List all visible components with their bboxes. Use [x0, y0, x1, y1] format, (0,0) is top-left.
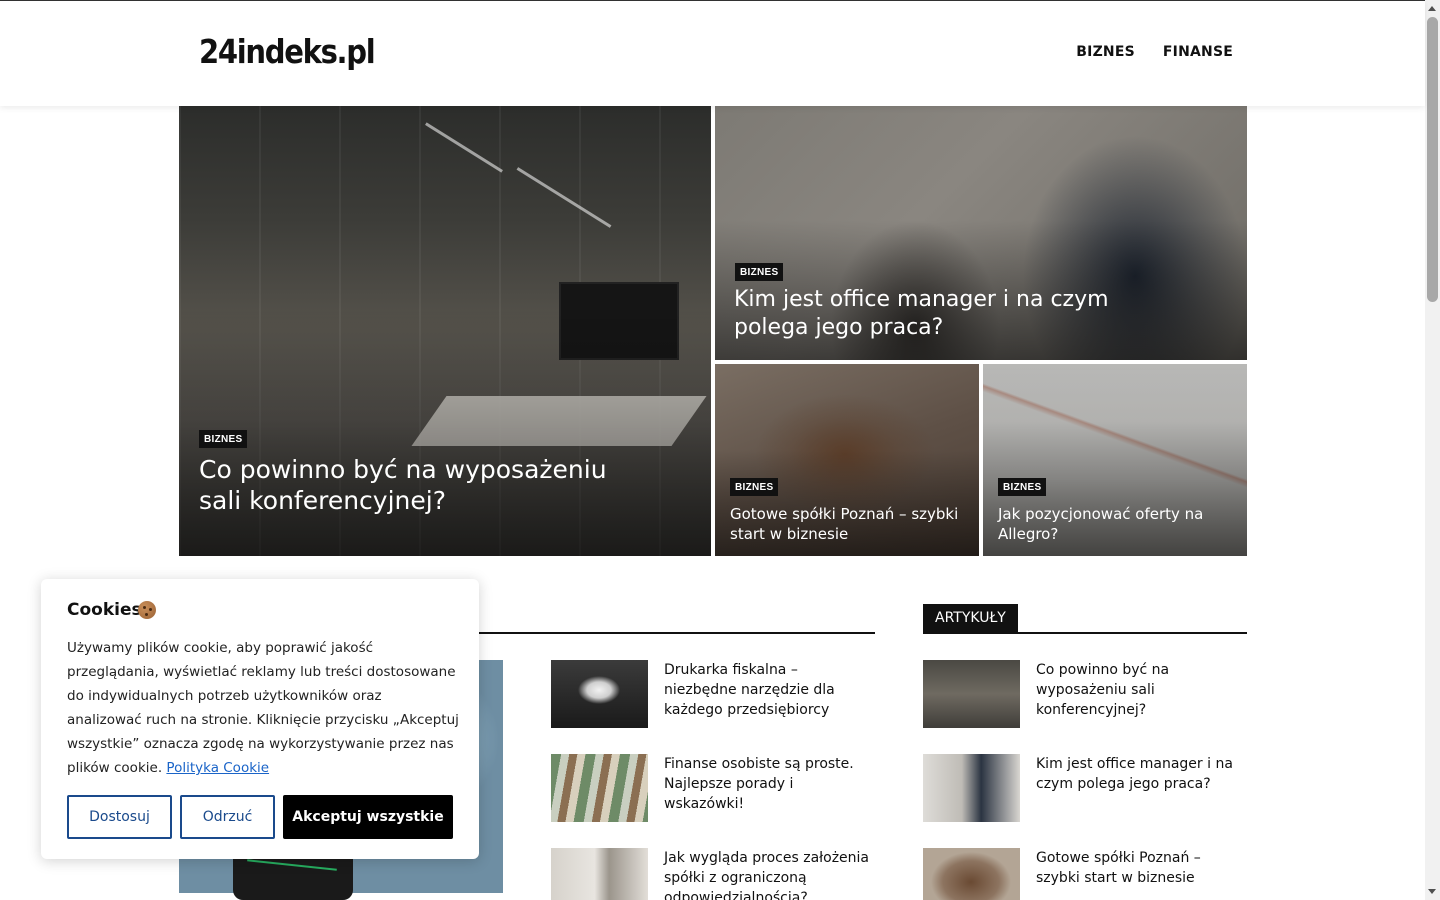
- page-scrollbar[interactable]: [1425, 0, 1440, 900]
- list-item[interactable]: Finanse osobiste są proste. Najlepsze po…: [551, 754, 875, 822]
- list-item[interactable]: Jak wygląda proces założenia spółki z og…: [551, 848, 875, 900]
- list-thumbnail[interactable]: [551, 848, 648, 900]
- nav-item-finanse[interactable]: FINANSE: [1163, 44, 1233, 60]
- nav-item-biznes[interactable]: BIZNES: [1076, 44, 1135, 60]
- list-thumbnail[interactable]: [551, 660, 648, 728]
- hero-title-top-right[interactable]: Kim jest office manager i na czym polega…: [734, 286, 1154, 341]
- reject-button[interactable]: Odrzuć: [180, 795, 275, 839]
- hero-tile-bottom-left[interactable]: BIZNES Gotowe spółki Poznań – szybki sta…: [715, 364, 979, 556]
- decor-chart-line: [247, 859, 337, 871]
- cookie-description: Używamy plików cookie, aby poprawić jako…: [67, 636, 459, 780]
- list-thumbnail[interactable]: [551, 754, 648, 822]
- hero-tile-top-right[interactable]: BIZNES Kim jest office manager i na czym…: [715, 106, 1247, 360]
- customize-button[interactable]: Dostosuj: [67, 795, 172, 839]
- site-logo[interactable]: 24indeks.pl: [199, 32, 376, 71]
- list-item-title[interactable]: Finanse osobiste są proste. Najlepsze po…: [664, 754, 869, 814]
- cookie-title: Cookies: [67, 600, 142, 620]
- list-item[interactable]: Kim jest office manager i na czym polega…: [923, 754, 1247, 822]
- list-thumbnail[interactable]: [923, 660, 1020, 728]
- list-item-title[interactable]: Jak wygląda proces założenia spółki z og…: [664, 848, 869, 900]
- hero-title-main[interactable]: Co powinno być na wyposażeniu sali konfe…: [199, 454, 619, 517]
- hero-grid: BIZNES Co powinno być na wyposażeniu sal…: [179, 106, 1247, 556]
- category-badge[interactable]: BIZNES: [998, 478, 1047, 496]
- list-item-title[interactable]: Gotowe spółki Poznań – szybki start w bi…: [1036, 848, 1241, 888]
- list-item[interactable]: Co powinno być na wyposażeniu sali konfe…: [923, 660, 1247, 728]
- scroll-up-arrow-icon[interactable]: [1428, 6, 1436, 11]
- scroll-thumb[interactable]: [1427, 17, 1438, 302]
- main-nav: BIZNES FINANSE: [1076, 44, 1233, 60]
- cookie-text: Używamy plików cookie, aby poprawić jako…: [67, 640, 459, 776]
- list-item[interactable]: Drukarka fiskalna – niezbędne narzędzie …: [551, 660, 875, 728]
- category-badge[interactable]: BIZNES: [199, 430, 248, 448]
- list-thumbnail[interactable]: [923, 754, 1020, 822]
- category-badge[interactable]: BIZNES: [735, 263, 784, 281]
- list-item-title[interactable]: Kim jest office manager i na czym polega…: [1036, 754, 1241, 794]
- list-item-title[interactable]: Co powinno być na wyposażeniu sali konfe…: [1036, 660, 1241, 720]
- sidebar-divider: [923, 632, 1247, 634]
- scroll-down-arrow-icon[interactable]: [1428, 889, 1436, 894]
- list-thumbnail[interactable]: [923, 848, 1020, 900]
- list-item[interactable]: Gotowe spółki Poznań – szybki start w bi…: [923, 848, 1247, 900]
- hero-tile-bottom-right[interactable]: BIZNES Jak pozycjonować oferty na Allegr…: [983, 364, 1247, 556]
- cookie-consent-dialog: Cookies Używamy plików cookie, aby popra…: [41, 579, 479, 859]
- category-badge[interactable]: BIZNES: [730, 478, 779, 496]
- sidebar-heading: ARTYKUŁY: [923, 604, 1018, 633]
- hero-title-bottom-left[interactable]: Gotowe spółki Poznań – szybki start w bi…: [730, 504, 970, 545]
- list-item-title[interactable]: Drukarka fiskalna – niezbędne narzędzie …: [664, 660, 869, 720]
- hero-tile-main[interactable]: BIZNES Co powinno być na wyposażeniu sal…: [179, 106, 711, 556]
- hero-title-bottom-right[interactable]: Jak pozycjonować oferty na Allegro?: [998, 504, 1238, 545]
- cookie-icon: [138, 601, 156, 619]
- site-header: 24indeks.pl BIZNES FINANSE: [0, 1, 1425, 106]
- accept-all-button[interactable]: Akceptuj wszystkie: [283, 795, 453, 839]
- cookie-policy-link[interactable]: Polityka Cookie: [166, 760, 269, 776]
